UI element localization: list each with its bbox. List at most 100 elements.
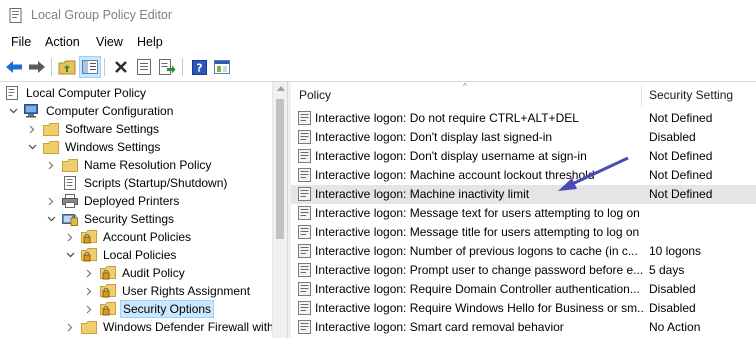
policy-name: Interactive logon: Message text for user… <box>315 206 640 220</box>
tree-node-label: Scripts (Startup/Shutdown) <box>84 176 228 190</box>
up-folder-icon[interactable] <box>57 57 77 77</box>
tree-node-software-settings[interactable]: Software Settings <box>27 120 161 138</box>
tree-node-scripts[interactable]: Scripts (Startup/Shutdown) <box>46 174 229 192</box>
list-item[interactable]: Interactive logon: Don't display usernam… <box>291 147 756 166</box>
list-item[interactable]: Interactive logon: Require Windows Hello… <box>291 299 756 318</box>
tree-node-security-settings[interactable]: Security Settings <box>46 210 176 228</box>
policy-setting: Not Defined <box>649 187 713 201</box>
locked-folder-icon <box>100 266 116 280</box>
list-item[interactable]: Interactive logon: Prompt user to change… <box>291 261 756 280</box>
chevron-right-icon[interactable] <box>65 322 75 332</box>
list-item[interactable]: Interactive logon: Number of previous lo… <box>291 242 756 261</box>
tree-node-windows-settings[interactable]: Windows Settings <box>27 138 162 156</box>
tree-node-label: Security Options <box>120 300 215 318</box>
chevron-right-icon[interactable] <box>46 160 56 170</box>
menu-file[interactable]: File <box>11 35 31 49</box>
tree-node-label: Name Resolution Policy <box>84 158 212 172</box>
tree-node-windows-defender-firewall[interactable]: Windows Defender Firewall with <box>65 318 276 336</box>
back-arrow-icon[interactable] <box>4 57 24 77</box>
policy-setting: 5 days <box>649 263 685 277</box>
column-header-security-setting[interactable]: Security Setting <box>649 82 733 108</box>
chevron-right-icon[interactable] <box>84 304 94 314</box>
printer-icon <box>62 194 78 208</box>
list-item[interactable]: Interactive logon: Message text for user… <box>291 204 756 223</box>
list-item[interactable]: Interactive logon: Require Domain Contro… <box>291 280 756 299</box>
policy-name: Interactive logon: Don't display last si… <box>315 130 553 144</box>
tree-node-audit-policy[interactable]: Audit Policy <box>84 264 187 282</box>
tree-node-local-computer-policy[interactable]: Local Computer Policy <box>4 84 148 102</box>
tree-node-label: Computer Configuration <box>46 104 174 118</box>
menu-help[interactable]: Help <box>137 35 163 49</box>
tree-node-account-policies[interactable]: Account Policies <box>65 228 193 246</box>
window-title: Local Group Policy Editor <box>31 8 173 22</box>
chevron-down-icon[interactable] <box>27 142 37 152</box>
help-icon[interactable]: ? <box>189 57 209 77</box>
list-item[interactable]: Interactive logon: Machine account locko… <box>291 166 756 185</box>
tree-pane: Local Computer Policy Computer Configura… <box>0 82 287 338</box>
title-bar: Local Group Policy Editor <box>0 0 756 31</box>
tree-node-local-policies[interactable]: Local Policies <box>65 246 178 264</box>
chevron-down-icon[interactable] <box>46 214 56 224</box>
tree-node-computer-configuration[interactable]: Computer Configuration <box>8 102 175 120</box>
tree-node-label: Deployed Printers <box>84 194 180 208</box>
locked-folder-icon <box>81 230 97 244</box>
list-item[interactable]: Interactive logon: Do not require CTRL+A… <box>291 109 756 128</box>
properties-icon[interactable] <box>134 57 154 77</box>
chevron-right-icon[interactable] <box>84 286 94 296</box>
policy-setting: Not Defined <box>649 111 713 125</box>
export-list-icon[interactable] <box>157 57 177 77</box>
policy-item-icon <box>298 301 312 315</box>
list-item[interactable]: Interactive logon: Smart card removal be… <box>291 318 756 337</box>
policy-setting: 10 logons <box>649 244 702 258</box>
chevron-right-icon[interactable] <box>46 196 56 206</box>
policy-setting: Disabled <box>649 301 696 315</box>
app-icon <box>9 8 23 26</box>
policy-item-icon <box>298 130 312 144</box>
list-item[interactable]: Interactive logon: Don't display last si… <box>291 128 756 147</box>
script-icon <box>62 176 78 190</box>
scroll-thumb[interactable] <box>276 99 284 239</box>
policy-item-icon <box>298 320 312 334</box>
column-header-policy[interactable]: Policy <box>299 82 331 108</box>
chevron-right-icon[interactable] <box>65 232 75 242</box>
chevron-right-icon[interactable] <box>84 268 94 278</box>
policy-doc-icon <box>4 86 20 100</box>
chevron-down-icon[interactable] <box>8 106 18 116</box>
folder-icon <box>62 158 78 172</box>
tree-node-name-resolution-policy[interactable]: Name Resolution Policy <box>46 156 213 174</box>
tree-node-deployed-printers[interactable]: Deployed Printers <box>46 192 181 210</box>
tree-node-label: User Rights Assignment <box>122 284 251 298</box>
menu-bar: File Action View Help <box>0 31 756 53</box>
menu-action[interactable]: Action <box>45 35 80 49</box>
policy-setting: Disabled <box>649 130 696 144</box>
policy-item-icon <box>298 168 312 182</box>
computer-icon <box>24 104 40 118</box>
tree-node-user-rights-assignment[interactable]: User Rights Assignment <box>84 282 252 300</box>
tree-node-label: Account Policies <box>103 230 192 244</box>
toolbar: ? <box>0 53 756 82</box>
security-icon <box>62 212 78 226</box>
list-item[interactable]: Interactive logon: Message title for use… <box>291 223 756 242</box>
tree-node-label: Software Settings <box>65 122 160 136</box>
folder-icon <box>43 122 59 136</box>
policy-item-icon <box>298 225 312 239</box>
scroll-up-icon[interactable] <box>277 86 285 91</box>
policy-name: Interactive logon: Require Domain Contro… <box>315 282 640 296</box>
policy-name: Interactive logon: Machine account locko… <box>315 168 595 182</box>
forward-arrow-icon[interactable] <box>27 57 47 77</box>
list-item-highlighted[interactable]: Interactive logon: Machine inactivity li… <box>291 185 756 204</box>
tree-node-label: Local Computer Policy <box>26 86 147 100</box>
tree-node-label: Windows Settings <box>65 140 161 154</box>
menu-view[interactable]: View <box>96 35 123 49</box>
console-icon[interactable] <box>212 57 232 77</box>
delete-icon[interactable] <box>111 57 131 77</box>
policy-setting: No Action <box>649 320 701 334</box>
tree-node-security-options[interactable]: Security Options <box>84 300 215 318</box>
tree-node-label: Security Settings <box>84 212 175 226</box>
chevron-down-icon[interactable] <box>65 250 75 260</box>
policy-name: Interactive logon: Do not require CTRL+A… <box>315 111 579 125</box>
chevron-right-icon[interactable] <box>27 124 37 134</box>
tree-scrollbar[interactable] <box>272 82 287 338</box>
tree-node-label: Local Policies <box>103 248 177 262</box>
show-hide-tree-icon[interactable] <box>79 56 101 78</box>
